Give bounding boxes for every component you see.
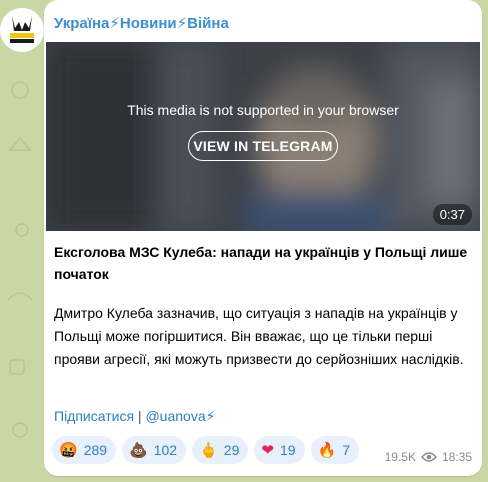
reaction-count: 102 <box>153 442 178 458</box>
reaction-count: 19 <box>279 442 296 458</box>
reactions-bar: 🤬 289 💩 102 🖕 29 ❤ 19 🔥 7 <box>52 436 359 464</box>
reaction-angry[interactable]: 🤬 289 <box>52 436 117 464</box>
view-count: 19.5K <box>384 450 416 464</box>
fire-icon: 🔥 <box>317 441 337 459</box>
reaction-poop[interactable]: 💩 102 <box>122 436 187 464</box>
post-footer-links: Підписатися | @uanova⚡ <box>54 408 215 425</box>
message-bubble: Україна⚡Новини⚡Війна This media is not s… <box>44 0 482 476</box>
angry-face-icon: 🤬 <box>59 441 78 459</box>
eye-icon <box>421 452 437 462</box>
reaction-count: 29 <box>223 442 240 458</box>
unsupported-media-message: This media is not supported in your brow… <box>127 102 399 118</box>
link-separator: | <box>134 408 146 424</box>
video-duration-badge: 0:37 <box>432 204 472 225</box>
channel-link[interactable]: @uanova⚡ <box>145 408 215 424</box>
view-in-telegram-button[interactable]: VIEW IN TELEGRAM <box>188 131 338 161</box>
subscribe-link[interactable]: Підписатися <box>54 408 134 424</box>
poop-icon: 💩 <box>129 441 148 459</box>
message-time: 18:35 <box>441 450 472 464</box>
post-body: Дмитро Кулеба зазначив, що ситуація з на… <box>54 305 464 367</box>
reaction-middle-finger[interactable]: 🖕 29 <box>192 436 249 464</box>
reaction-count: 289 <box>83 442 108 458</box>
reaction-fire[interactable]: 🔥 7 <box>310 436 359 464</box>
middle-finger-icon: 🖕 <box>199 441 218 459</box>
channel-avatar[interactable] <box>0 8 44 52</box>
reaction-heart[interactable]: ❤ 19 <box>254 436 305 464</box>
post-title: Ексголова МЗС Кулеба: напади на українці… <box>54 244 468 282</box>
message-meta: 19.5K 18:35 <box>385 450 472 464</box>
channel-name[interactable]: Україна⚡Новини⚡Війна <box>54 14 229 32</box>
video-preview[interactable]: This media is not supported in your brow… <box>46 42 480 231</box>
reaction-count: 7 <box>342 442 350 458</box>
heart-icon: ❤ <box>261 441 274 459</box>
trident-logo-icon <box>1 9 43 51</box>
